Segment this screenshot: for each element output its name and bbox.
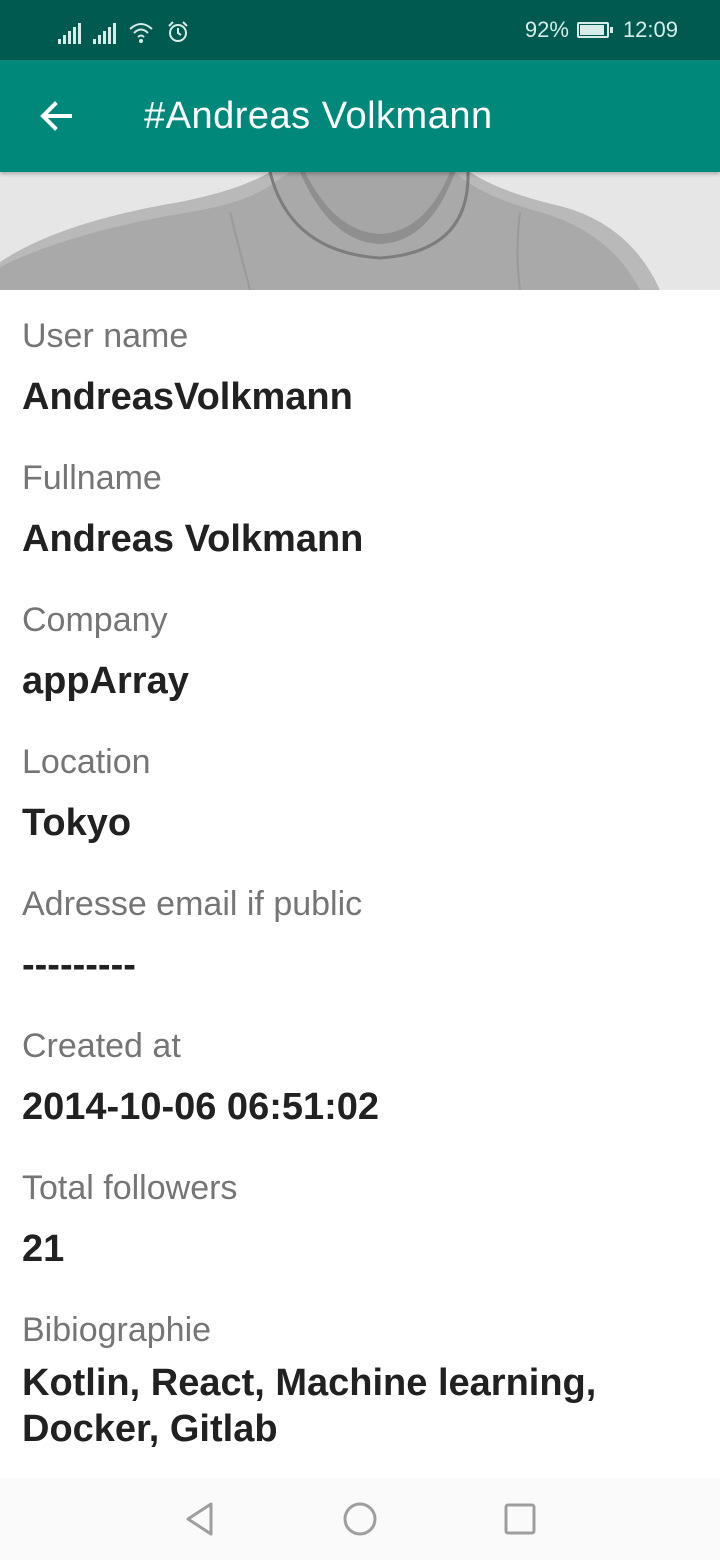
field-value: 21 [22,1228,65,1270]
field-total-followers: Total followers 21 [22,1142,702,1284]
signal-icon [58,22,81,44]
status-bar: 92% 12:09 [0,0,720,60]
back-triangle-icon [186,1502,213,1536]
profile-photo-image [0,172,720,290]
field-value: AndreasVolkmann [22,376,353,418]
status-icons-right: 92% 12:09 [525,14,678,46]
app-bar: #Andreas Volkmann [0,60,720,172]
back-button[interactable] [26,86,86,146]
nav-back-button[interactable] [120,1478,280,1560]
field-value: Tokyo [22,802,132,844]
field-label: Fullname [22,459,162,497]
status-icons-left [58,16,190,44]
field-value: --------- [22,944,136,986]
battery-charging-icon [576,22,613,38]
field-value: appArray [22,660,189,702]
screen: 92% 12:09 #Andreas Volkmann User name An… [0,0,720,1560]
field-label: Bibiographie [22,1311,212,1349]
field-label: Created at [22,1027,181,1065]
field-location: Location Tokyo [22,716,702,858]
field-created-at: Created at 2014-10-06 06:51:02 [22,1000,702,1142]
field-label: Location [22,743,151,781]
wifi-icon [129,23,153,43]
field-company: Company appArray [22,574,702,716]
battery-percent: 92% [524,17,569,42]
arrow-back-icon [40,101,72,131]
profile-details: User name AndreasVolkmann Fullname Andre… [22,290,702,1452]
field-value: 2014-10-06 06:51:02 [22,1086,380,1128]
profile-photo [0,172,720,290]
field-label: User name [22,317,189,355]
field-biography: Bibiographie Kotlin, React, Machine lear… [22,1284,702,1452]
recents-square-icon [504,1503,536,1535]
nav-recents-button[interactable] [440,1478,600,1560]
field-label: Company [22,601,168,639]
field-label: Total followers [22,1169,238,1207]
field-user-name: User name AndreasVolkmann [22,290,702,432]
home-circle-icon [343,1502,377,1536]
nav-home-button[interactable] [280,1478,440,1560]
field-value: Andreas Volkmann [22,518,364,560]
field-email: Adresse email if public --------- [22,858,702,1000]
field-value: Kotlin, React, Machine learning, Docker,… [22,1362,597,1450]
battery-level [579,25,604,35]
navigation-bar [0,1478,720,1560]
clock: 12:09 [622,17,678,42]
field-fullname: Fullname Andreas Volkmann [22,432,702,574]
field-label: Adresse email if public [22,885,363,923]
page-title: #Andreas Volkmann [144,95,493,137]
signal-icon [93,22,116,44]
alarm-icon [168,21,188,42]
